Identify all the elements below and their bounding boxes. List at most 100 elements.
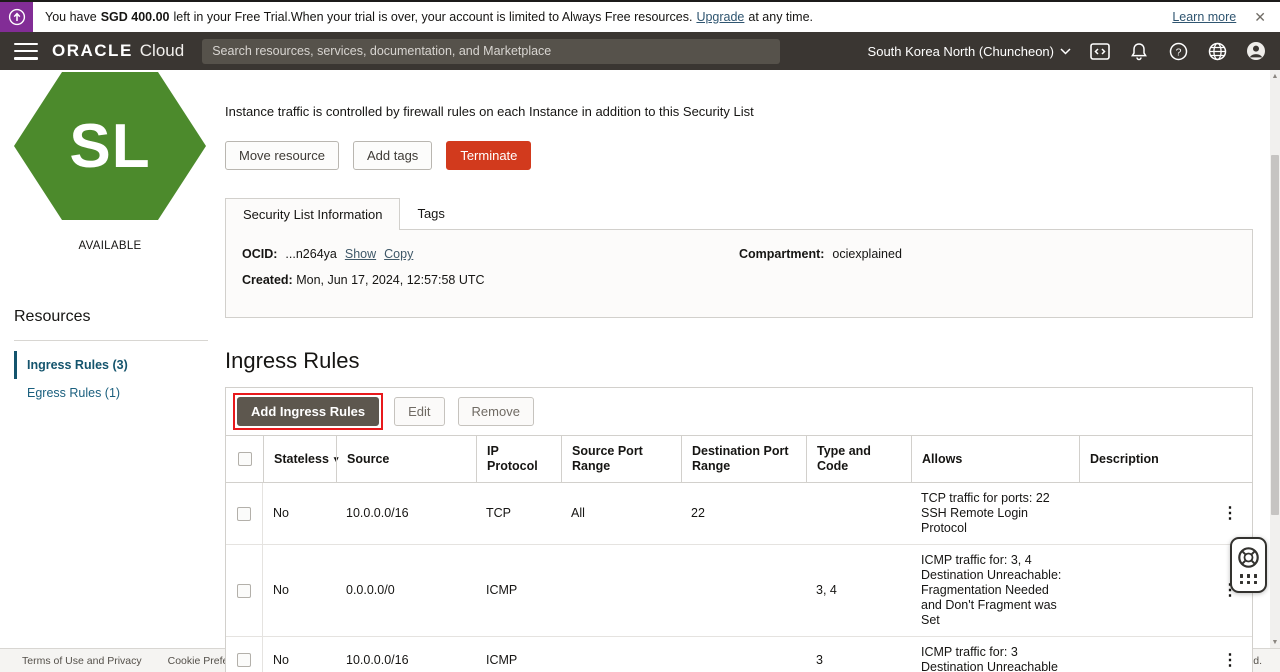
row-actions-kebab-icon[interactable]: ⋮ [1218,506,1242,522]
compartment-line: Compartment: ociexplained [739,247,1236,261]
trial-text-mid: left in your Free Trial.When your trial … [173,10,693,24]
sidebar-item-egress-rules[interactable]: Egress Rules (1) [14,379,222,407]
detail-tabs: Security List Information Tags [225,198,1253,230]
table-toolbar: Add Ingress Rules Edit Remove [226,388,1252,435]
created-line: Created: Mon, Jun 17, 2024, 12:57:58 UTC [242,273,1236,287]
top-nav-bar: ORACLE Cloud South Korea North (Chuncheo… [0,32,1280,70]
row-checkbox[interactable] [237,506,251,521]
upgrade-arrow-icon [0,2,33,32]
trial-text-post: at any time. [748,10,814,24]
cell-source: 10.0.0.0/16 [346,652,409,667]
table-row: No 0.0.0.0/0 ICMP 3, 4 ICMP traffic for:… [226,545,1252,637]
row-checkbox[interactable] [237,653,251,667]
cell-allows: TCP traffic for ports: 22 SSH Remote Log… [921,491,1050,535]
edit-button[interactable]: Edit [394,397,445,426]
add-tags-button[interactable]: Add tags [352,141,433,170]
cell-stateless: No [273,583,289,597]
search-input[interactable] [202,38,781,64]
status-label: AVAILABLE [78,240,142,252]
region-selector[interactable]: South Korea North (Chuncheon) [868,44,1071,59]
badge-initials: SL [69,111,151,181]
sidebar-item-ingress-rules[interactable]: Ingress Rules (3) [14,351,222,379]
support-launcher[interactable] [1230,537,1267,593]
notifications-bell-icon[interactable] [1129,41,1149,61]
help-icon[interactable]: ? [1168,41,1188,61]
table-header-row: Stateless ▾ Source IP Protocol Source Po… [226,435,1252,483]
trial-message: You have SGD 400.00 left in your Free Tr… [45,10,813,24]
region-label: South Korea North (Chuncheon) [867,43,1054,59]
life-preserver-help-icon [1238,547,1259,568]
trial-banner: You have SGD 400.00 left in your Free Tr… [0,2,1280,32]
ocid-line: OCID: ...n264ya Show Copy [242,247,739,261]
developer-tools-icon[interactable] [1090,41,1110,61]
cell-source-port-range [561,652,681,668]
ocid-value: ...n264ya [285,247,337,261]
cell-allows: ICMP traffic for: 3, 4 Destination Unrea… [921,553,1062,627]
cell-stateless: No [273,506,289,520]
scrollbar-down-arrow[interactable]: ▼ [1270,636,1280,648]
cell-ip-protocol: TCP [486,506,511,520]
svg-text:?: ? [1175,46,1181,58]
column-header-destination-port-range[interactable]: Destination Port Range [681,436,806,482]
language-globe-icon[interactable] [1207,41,1227,61]
column-header-ip-protocol[interactable]: IP Protocol [476,436,561,482]
terminate-button[interactable]: Terminate [446,141,532,170]
logo-oracle-text: ORACLE [52,41,133,60]
cell-type-and-code: 3 [816,652,823,667]
resources-title: Resources [14,308,91,325]
cell-type-and-code [806,506,911,522]
select-all-checkbox[interactable] [237,452,252,466]
security-list-description: Instance traffic is controlled by firewa… [225,104,754,119]
page-body: SL AVAILABLE Resources Ingress Rules (3)… [0,70,1280,672]
cell-destination-port-range [681,652,806,668]
tab-security-list-information[interactable]: Security List Information [225,198,401,230]
column-header-allows[interactable]: Allows [911,436,1079,482]
remove-button[interactable]: Remove [457,397,534,426]
learn-more-link[interactable]: Learn more [1172,10,1236,24]
hamburger-menu-icon[interactable] [14,42,38,60]
column-header-type-and-code[interactable]: Type and Code [806,436,911,482]
cell-ip-protocol: ICMP [486,583,518,597]
ingress-rules-table-card: Add Ingress Rules Edit Remove Stateless … [225,387,1253,672]
cell-stateless: No [273,652,289,667]
user-avatar-icon[interactable] [1246,41,1266,61]
trial-text-pre: You have [45,10,97,24]
left-column: SL AVAILABLE Resources Ingress Rules (3)… [0,70,222,648]
app-grid-icon [1239,574,1258,584]
action-buttons: Move resource Add tags Terminate [225,141,1253,170]
column-header-source-port-range[interactable]: Source Port Range [561,436,681,482]
terms-of-use-link[interactable]: Terms of Use and Privacy [22,655,142,667]
vertical-scrollbar[interactable]: ▲ ▼ [1270,70,1280,648]
cell-destination-port-range: 22 [691,506,705,520]
resources-nav: Resources Ingress Rules (3) Egress Rules… [0,308,222,407]
ingress-rules-heading: Ingress Rules [225,348,360,373]
column-header-stateless[interactable]: Stateless ▾ [263,436,338,482]
column-header-description[interactable]: Description [1079,436,1252,482]
compartment-value: ociexplained [832,247,902,261]
scrollbar-up-arrow[interactable]: ▲ [1270,70,1280,82]
main-content: Instance traffic is controlled by firewa… [222,70,1280,672]
oracle-cloud-logo[interactable]: ORACLE Cloud [52,41,184,61]
chevron-down-icon [1060,47,1071,55]
cell-source-port-range [561,583,681,599]
cell-allows: ICMP traffic for: 3 Destination Unreacha… [921,645,1058,672]
ocid-copy-link[interactable]: Copy [384,247,413,261]
security-list-badge: SL [14,72,206,220]
ocid-show-link[interactable]: Show [345,247,376,261]
table-row: No 10.0.0.0/16 ICMP 3 ICMP traffic for: … [226,637,1252,672]
row-actions-kebab-icon[interactable]: ⋮ [1218,652,1242,668]
upgrade-link[interactable]: Upgrade [696,10,744,24]
move-resource-button[interactable]: Move resource [225,141,339,170]
tab-tags[interactable]: Tags [400,198,461,229]
close-icon[interactable]: ✕ [1250,9,1270,26]
scrollbar-thumb[interactable] [1271,155,1279,515]
security-list-information-panel: OCID: ...n264ya Show Copy Compartment: o… [225,229,1253,318]
logo-cloud-text: Cloud [139,41,185,60]
add-ingress-rules-button[interactable]: Add Ingress Rules [237,397,380,426]
row-checkbox[interactable] [237,583,251,598]
trial-amount: SGD 400.00 [100,10,170,24]
compartment-label: Compartment: [739,247,825,261]
column-header-source[interactable]: Source [336,436,476,482]
cell-destination-port-range [681,583,806,599]
stateless-header-label: Stateless [274,451,329,466]
